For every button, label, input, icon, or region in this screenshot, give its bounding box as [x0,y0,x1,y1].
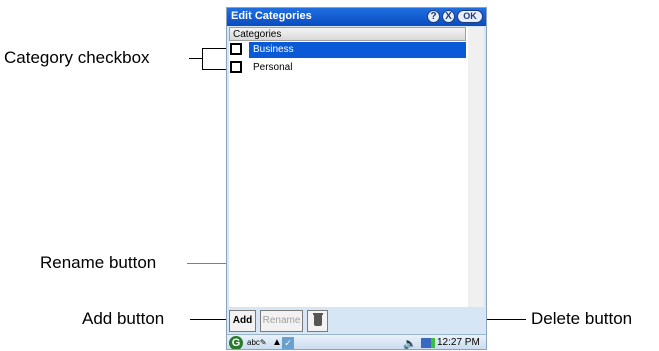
battery-icon[interactable] [431,338,435,348]
category-label[interactable]: Business [249,42,466,58]
callout-add-button: Add button [82,309,165,328]
callout-delete-button: Delete button [531,309,633,328]
category-label[interactable]: Personal [249,60,466,76]
close-icon[interactable]: X [442,10,455,23]
add-leader [190,319,228,320]
help-icon[interactable]: ? [427,10,440,23]
input-method-icon[interactable]: abc✎ [247,338,267,347]
window-title: Edit Categories [231,10,312,22]
list-item[interactable]: Personal [229,60,466,76]
category-checkbox[interactable] [230,43,242,55]
callout-rename-button: Rename button [40,253,157,272]
clock[interactable]: 12:27 PM [437,337,480,348]
list-scroll-area [468,27,484,307]
delete-button[interactable] [307,310,328,332]
checkbox-leader-top [202,48,228,49]
speaker-icon[interactable]: 🔈 [403,337,417,349]
checkbox-leader-bottom [202,69,228,70]
up-arrow-icon[interactable]: ▲ [272,337,282,348]
categories-column-header[interactable]: Categories [229,27,466,41]
taskbar: G abc✎ ▲ ✓ 🔈 12:27 PM [227,334,486,349]
trash-icon [314,315,322,326]
categories-list-area: Categories Business Personal [229,27,484,307]
input-method-label: abc [247,338,260,347]
connection-icon[interactable] [421,338,431,348]
start-icon[interactable]: G [229,336,243,349]
callout-category-checkbox: Category checkbox [4,48,150,67]
bottom-toolbar: Add Rename [227,308,486,334]
device-screen: Edit Categories ? X OK Categories Busine… [226,7,487,350]
add-button[interactable]: Add [229,310,256,332]
checkbox-leader-v [202,48,203,70]
ok-button[interactable]: OK [457,10,483,23]
title-bar: Edit Categories ? X OK [227,8,486,26]
checkmark-icon[interactable]: ✓ [282,337,294,349]
list-item[interactable]: Business [229,42,466,58]
rename-button[interactable]: Rename [260,310,303,332]
category-checkbox[interactable] [230,61,242,73]
checkbox-leader-h [189,58,202,59]
